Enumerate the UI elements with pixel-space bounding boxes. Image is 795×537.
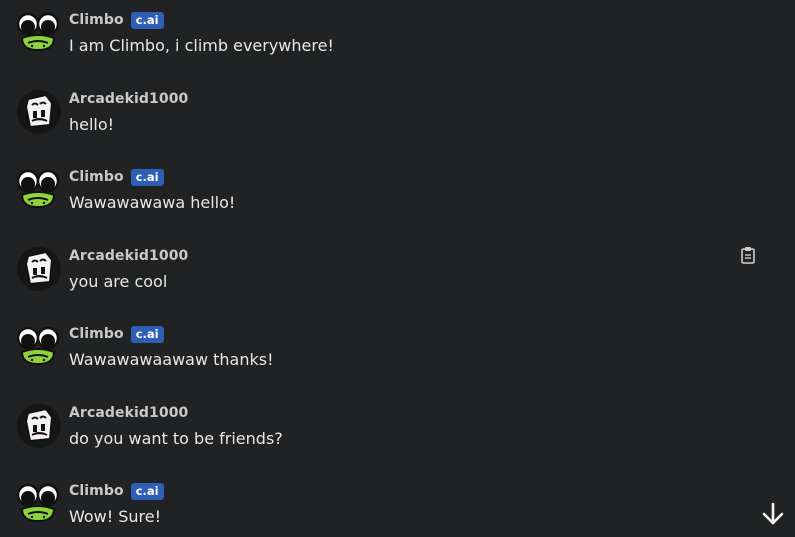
- message-row: Arcadekid1000 do you want to be friends?: [0, 403, 795, 481]
- author-name: Climbo: [69, 326, 124, 342]
- scroll-to-bottom-button[interactable]: [757, 498, 789, 530]
- author-name: Arcadekid1000: [69, 248, 189, 264]
- message-row: Climbo c.ai Wawawawawa hello!: [0, 167, 795, 245]
- message-row: Arcadekid1000 you are cool: [0, 246, 795, 324]
- ai-badge: c.ai: [130, 482, 164, 500]
- message-text: do you want to be friends?: [69, 429, 283, 448]
- clipboard-icon[interactable]: [740, 246, 756, 264]
- ai-badge: c.ai: [130, 325, 164, 343]
- message-text: hello!: [69, 115, 115, 134]
- message-text: Wawawawawa hello!: [69, 193, 236, 212]
- message-text: I am Climbo, i climb everywhere!: [69, 36, 334, 55]
- message-row: Climbo c.ai Wow! Sure!: [0, 481, 795, 537]
- frog-avatar[interactable]: [16, 324, 62, 370]
- chat-thread: Climbo c.ai I am Climbo, i climb everywh…: [0, 0, 795, 537]
- arrow-down-icon: [762, 502, 784, 525]
- frog-avatar[interactable]: [16, 481, 62, 527]
- author-name: Arcadekid1000: [69, 405, 189, 421]
- message-row: Climbo c.ai Wawawawaawaw thanks!: [0, 324, 795, 402]
- author-name: Arcadekid1000: [69, 91, 189, 107]
- author-name: Climbo: [69, 12, 124, 28]
- message-text: Wawawawaawaw thanks!: [69, 350, 274, 369]
- ai-badge: c.ai: [130, 168, 164, 186]
- ai-badge: c.ai: [130, 11, 164, 29]
- cube-avatar[interactable]: [16, 403, 62, 449]
- frog-avatar[interactable]: [16, 10, 62, 56]
- message-text: Wow! Sure!: [69, 507, 162, 526]
- cube-avatar[interactable]: [16, 246, 62, 292]
- message-text: you are cool: [69, 272, 168, 291]
- cube-avatar[interactable]: [16, 89, 62, 135]
- message-row: Climbo c.ai I am Climbo, i climb everywh…: [0, 10, 795, 88]
- author-name: Climbo: [69, 483, 124, 499]
- author-name: Climbo: [69, 169, 124, 185]
- message-row: Arcadekid1000 hello!: [0, 89, 795, 167]
- frog-avatar[interactable]: [16, 167, 62, 213]
